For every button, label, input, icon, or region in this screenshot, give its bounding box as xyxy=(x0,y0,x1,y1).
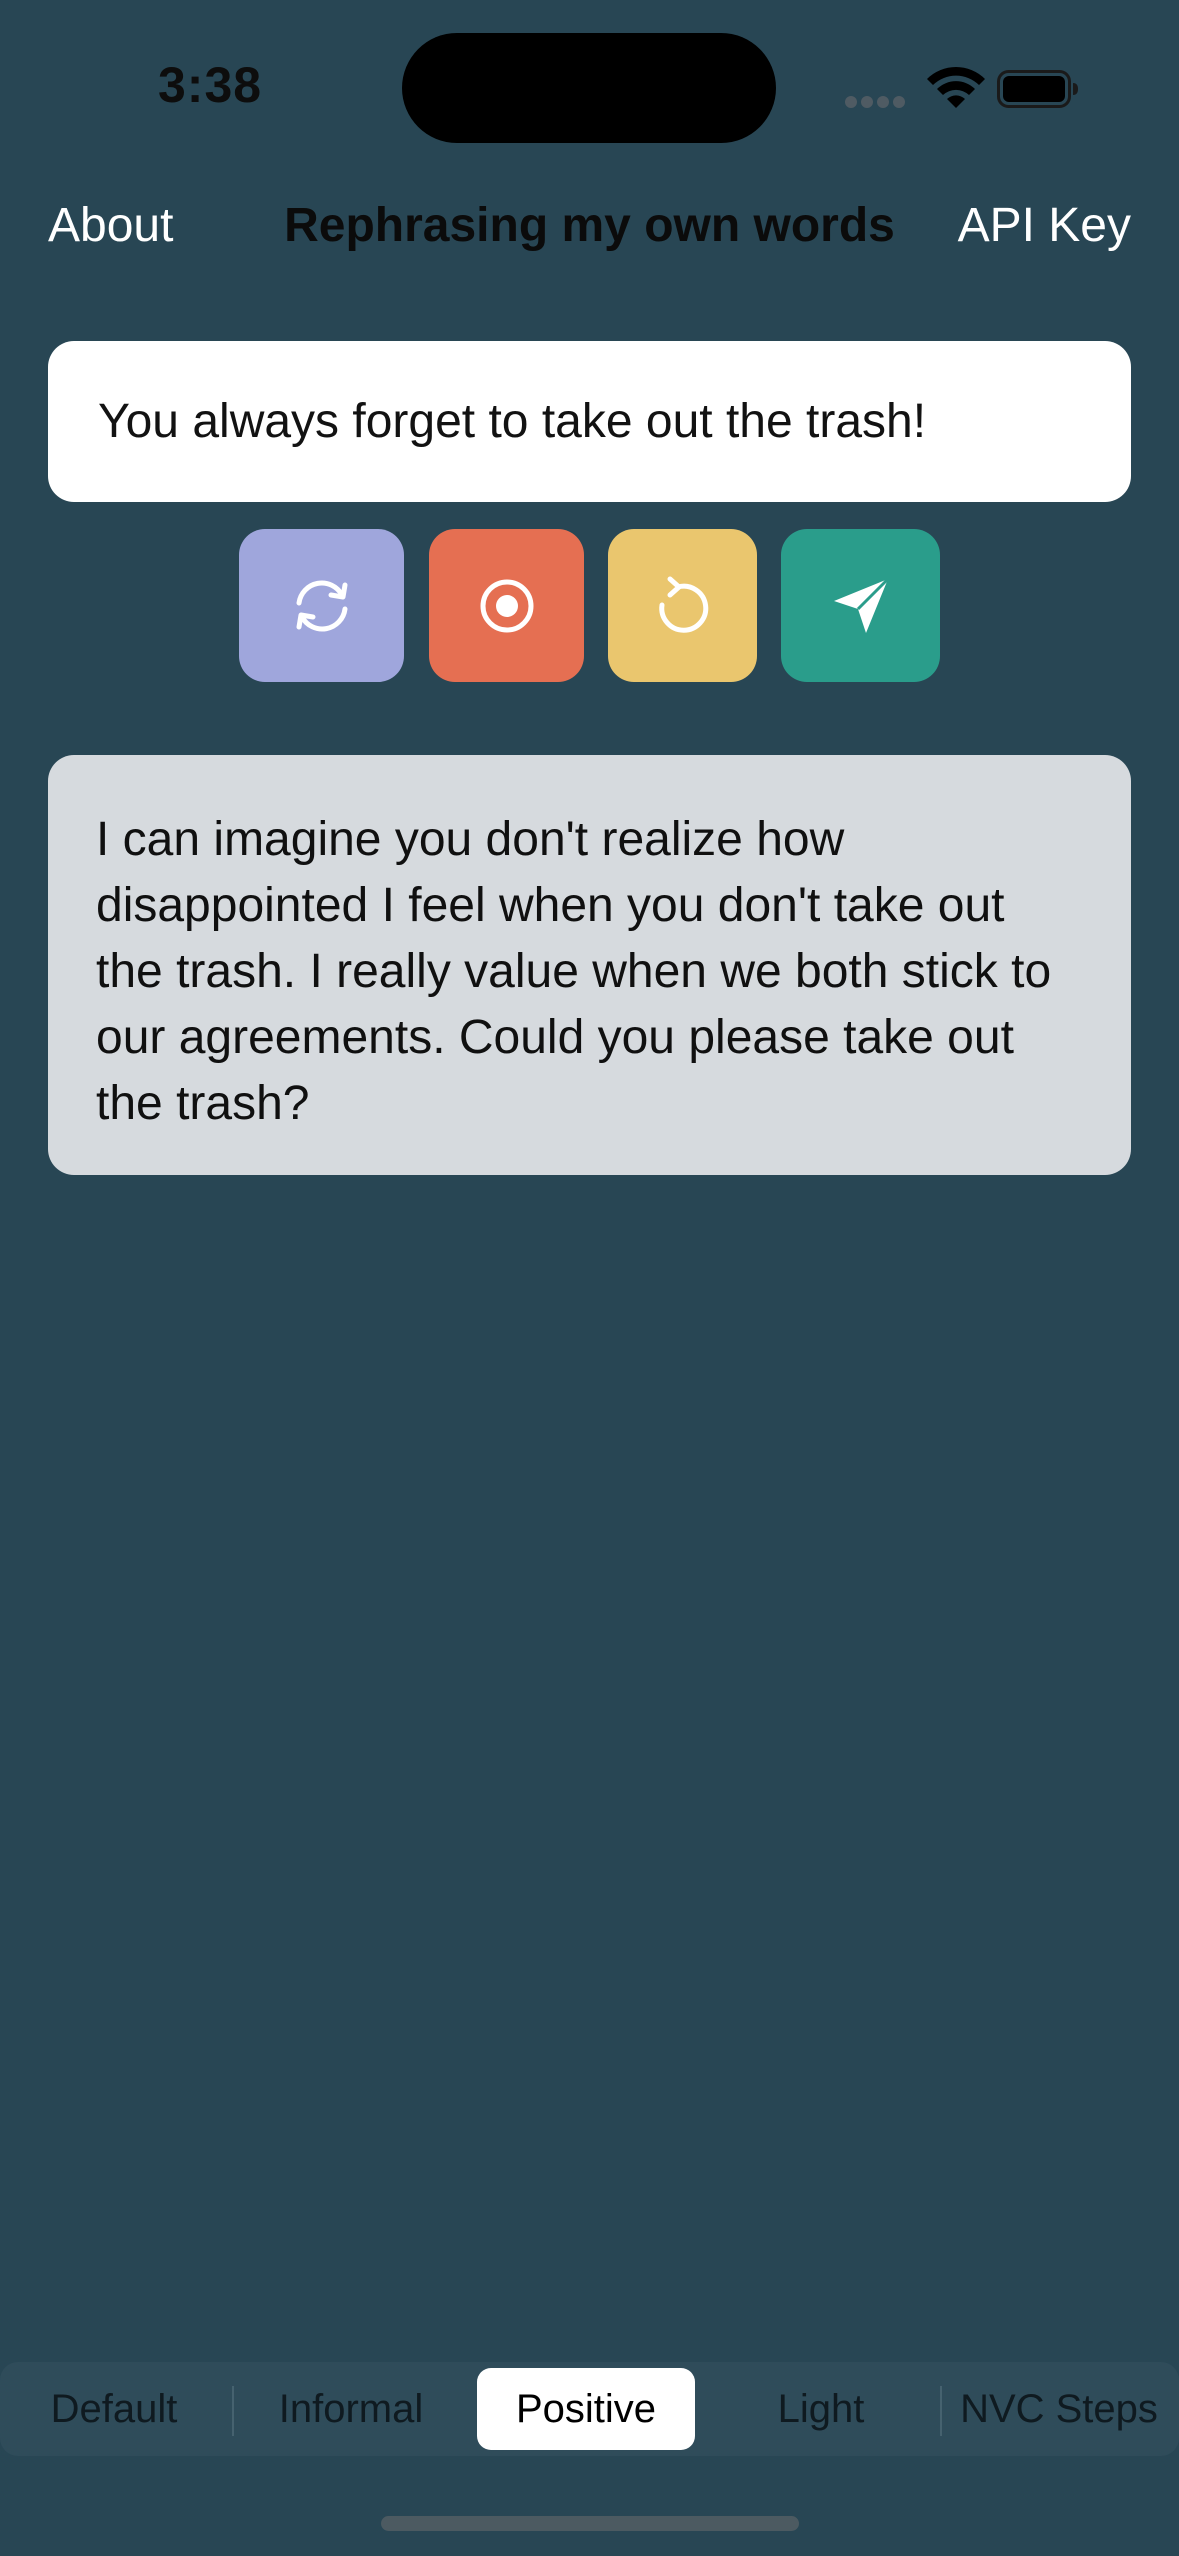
undo-button[interactable] xyxy=(608,529,757,682)
arrow-cycle-icon xyxy=(296,580,347,631)
battery-icon xyxy=(997,70,1078,108)
rephrase-button[interactable] xyxy=(239,529,404,682)
segment-divider xyxy=(232,2386,234,2436)
api-key-button[interactable]: API Key xyxy=(958,198,1131,253)
input-text-field[interactable]: You always forget to take out the trash! xyxy=(48,341,1131,502)
segment-divider xyxy=(940,2386,942,2436)
record-button[interactable] xyxy=(429,529,584,682)
dynamic-island xyxy=(402,33,776,143)
rephrased-output: I can imagine you don't realize how disa… xyxy=(48,755,1131,1175)
cellular-signal-icon xyxy=(845,96,907,108)
send-button[interactable] xyxy=(781,529,940,682)
input-text: You always forget to take out the trash! xyxy=(98,395,927,448)
record-icon xyxy=(480,579,533,632)
segment-positive[interactable]: Positive xyxy=(477,2368,695,2450)
about-button[interactable]: About xyxy=(48,198,173,253)
wifi-icon xyxy=(927,66,985,108)
segment-default[interactable]: Default xyxy=(10,2368,218,2450)
home-indicator[interactable] xyxy=(381,2516,799,2531)
segment-nvc-steps[interactable]: NVC Steps xyxy=(950,2368,1168,2450)
output-text: I can imagine you don't realize how disa… xyxy=(96,813,1052,1130)
counterclockwise-arrow-icon xyxy=(658,576,708,633)
segment-light[interactable]: Light xyxy=(712,2368,930,2450)
style-segmented-control: Default Informal Positive Light NVC Step… xyxy=(0,2362,1179,2456)
status-time: 3:38 xyxy=(158,57,263,113)
paper-plane-icon xyxy=(833,577,889,633)
segment-informal[interactable]: Informal xyxy=(242,2368,460,2450)
